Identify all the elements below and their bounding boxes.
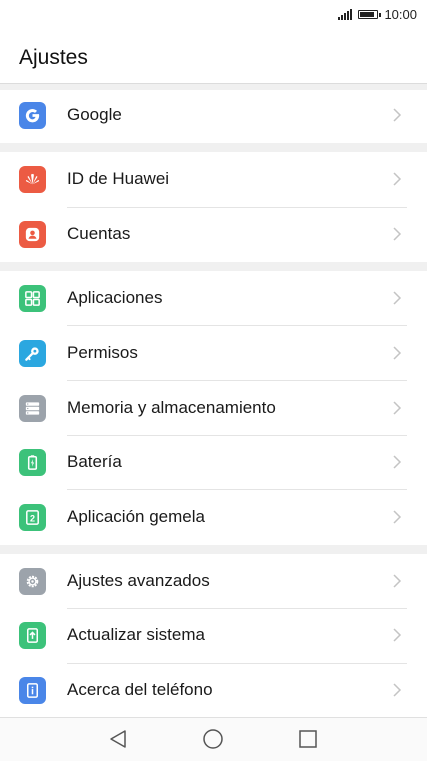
settings-item-label: Ajustes avanzados <box>67 571 210 590</box>
chevron-right-icon <box>393 401 402 415</box>
gear-icon <box>19 568 46 595</box>
settings-item-label: Acerca del teléfono <box>67 680 213 699</box>
settings-item-google[interactable]: Google <box>0 88 427 143</box>
settings-item-twin-app[interactable]: 2 Aplicación gemela <box>0 490 427 545</box>
apps-icon <box>19 285 46 312</box>
huawei-icon <box>19 166 46 193</box>
group-separator <box>0 545 427 554</box>
status-bar: 10:00 <box>0 0 427 30</box>
chevron-right-icon <box>393 346 402 360</box>
battery-icon <box>19 449 46 476</box>
settings-item-label: Google <box>67 105 122 124</box>
google-icon <box>19 102 46 129</box>
settings-item-accounts[interactable]: Cuentas <box>0 207 427 262</box>
svg-text:2: 2 <box>30 513 35 523</box>
status-time: 10:00 <box>384 7 417 22</box>
chevron-right-icon <box>393 291 402 305</box>
settings-item-advanced[interactable]: Ajustes avanzados <box>0 554 427 609</box>
settings-item-label: Cuentas <box>67 224 131 243</box>
settings-item-apps[interactable]: Aplicaciones <box>0 271 427 326</box>
settings-item-label: Aplicación gemela <box>67 507 205 526</box>
settings-item-about-phone[interactable]: Acerca del teléfono <box>0 663 427 718</box>
chevron-right-icon <box>393 510 402 524</box>
info-icon <box>19 677 46 704</box>
battery-status-icon <box>358 10 382 19</box>
account-icon <box>19 221 46 248</box>
settings-item-storage[interactable]: Memoria y almacenamiento <box>0 381 427 436</box>
navigation-bar <box>0 717 427 761</box>
settings-item-label: Aplicaciones <box>67 288 163 307</box>
settings-item-label: ID de Huawei <box>67 169 170 188</box>
chevron-right-icon <box>393 227 402 241</box>
settings-item-label: Memoria y almacenamiento <box>67 398 276 417</box>
chevron-right-icon <box>393 574 402 588</box>
update-icon <box>19 622 46 649</box>
settings-item-battery[interactable]: Batería <box>0 435 427 490</box>
group-separator <box>0 143 427 152</box>
back-triangle-icon[interactable] <box>106 727 130 751</box>
storage-icon <box>19 395 46 422</box>
settings-item-system-update[interactable]: Actualizar sistema <box>0 608 427 663</box>
home-circle-icon[interactable] <box>201 727 225 751</box>
chevron-right-icon <box>393 628 402 642</box>
chevron-right-icon <box>393 172 402 186</box>
chevron-right-icon <box>393 108 402 122</box>
twin-app-icon: 2 <box>19 504 46 531</box>
settings-item-label: Permisos <box>67 343 138 362</box>
chevron-right-icon <box>393 683 402 697</box>
chevron-right-icon <box>393 455 402 469</box>
settings-item-label: Batería <box>67 452 122 471</box>
recents-square-icon[interactable] <box>296 727 320 751</box>
settings-item-label: Actualizar sistema <box>67 625 205 644</box>
status-indicators: 10:00 <box>338 7 417 22</box>
key-icon <box>19 340 46 367</box>
page-title: Ajustes <box>19 46 88 69</box>
settings-item-permissions[interactable]: Permisos <box>0 326 427 381</box>
settings-item-huawei-id[interactable]: ID de Huawei <box>0 152 427 207</box>
signal-icon <box>338 9 353 20</box>
group-separator <box>0 262 427 271</box>
page-header: Ajustes <box>0 30 427 84</box>
